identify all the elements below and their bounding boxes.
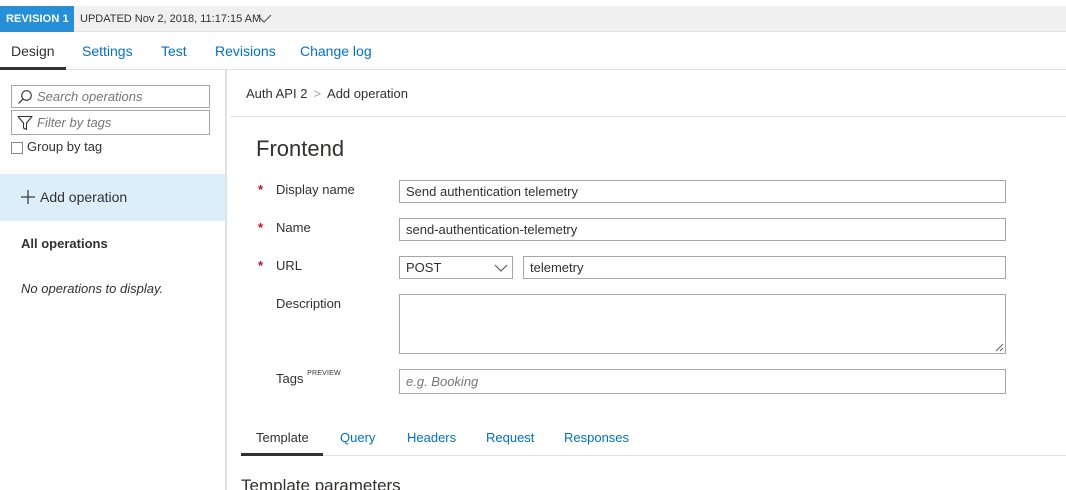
filter-icon: [17, 115, 33, 131]
breadcrumb: Auth API 2 > Add operation: [246, 86, 408, 101]
http-method-select[interactable]: POST: [399, 256, 513, 279]
http-method-value: POST: [406, 260, 442, 275]
filter-placeholder: Filter by tags: [37, 115, 112, 130]
required-marker: *: [258, 220, 264, 235]
empty-operations-message: No operations to display.: [21, 281, 164, 296]
resize-grip-icon[interactable]: [995, 343, 1004, 352]
chevron-down-icon: [494, 264, 508, 272]
search-icon: [18, 90, 32, 104]
display-name-label: Display name: [276, 182, 355, 197]
template-parameters-heading: Template parameters: [241, 476, 401, 490]
search-placeholder: Search operations: [37, 89, 143, 104]
tab-design[interactable]: Design: [11, 32, 55, 70]
pane-splitter[interactable]: [225, 70, 227, 490]
tab-query[interactable]: Query: [340, 421, 375, 454]
operations-sidebar: Search operations Filter by tags Group b…: [0, 70, 226, 490]
url-template-field[interactable]: telemetry: [523, 256, 1006, 279]
operation-detail-tabs: Template Query Headers Request Responses: [240, 421, 1066, 456]
tab-change-log[interactable]: Change log: [300, 32, 372, 70]
group-by-tag-label: Group by tag: [27, 139, 103, 154]
tab-request[interactable]: Request: [486, 421, 534, 454]
tab-revisions[interactable]: Revisions: [215, 32, 276, 70]
all-operations-heading[interactable]: All operations: [21, 236, 108, 251]
breadcrumb-current: Add operation: [327, 86, 408, 101]
breadcrumb-divider: [230, 116, 1066, 117]
tab-template[interactable]: Template: [256, 421, 309, 454]
chevron-down-icon[interactable]: [256, 12, 272, 26]
name-label: Name: [276, 220, 311, 235]
active-tab-indicator: [241, 453, 323, 456]
add-operation-label: Add operation: [40, 189, 128, 205]
description-textarea[interactable]: [399, 294, 1006, 354]
tags-input[interactable]: e.g. Booking: [399, 369, 1006, 394]
plus-icon: [21, 190, 35, 204]
url-label: URL: [276, 258, 303, 273]
breadcrumb-separator: >: [313, 86, 322, 101]
frontend-title: Frontend: [256, 136, 345, 161]
tags-label-text: Tags: [276, 371, 304, 386]
filter-by-tags-input[interactable]: Filter by tags: [11, 110, 210, 135]
tags-label: Tags PREVIEW: [276, 370, 341, 386]
revision-updated-text: UPDATED Nov 2, 2018, 11:17:15 AM: [80, 13, 262, 25]
top-tab-bar: Design Settings Test Revisions Change lo…: [0, 32, 1066, 70]
tab-headers[interactable]: Headers: [407, 421, 456, 454]
name-field[interactable]: send-authentication-telemetry: [399, 218, 1006, 241]
required-marker: *: [258, 182, 264, 197]
display-name-field[interactable]: Send authentication telemetry: [399, 180, 1006, 203]
tab-test[interactable]: Test: [161, 32, 187, 70]
tab-settings[interactable]: Settings: [82, 32, 133, 70]
preview-badge: PREVIEW: [307, 370, 341, 377]
search-input[interactable]: Search operations: [11, 85, 210, 108]
tab-responses[interactable]: Responses: [564, 421, 629, 454]
revision-badge[interactable]: REVISION 1: [0, 6, 74, 32]
group-by-tag-checkbox[interactable]: [11, 142, 23, 154]
description-label: Description: [276, 296, 342, 311]
breadcrumb-api[interactable]: Auth API 2: [246, 86, 307, 101]
required-marker: *: [258, 258, 264, 273]
revision-bar: REVISION 1 UPDATED Nov 2, 2018, 11:17:15…: [0, 6, 1066, 32]
add-operation-button[interactable]: Add operation: [0, 174, 225, 221]
